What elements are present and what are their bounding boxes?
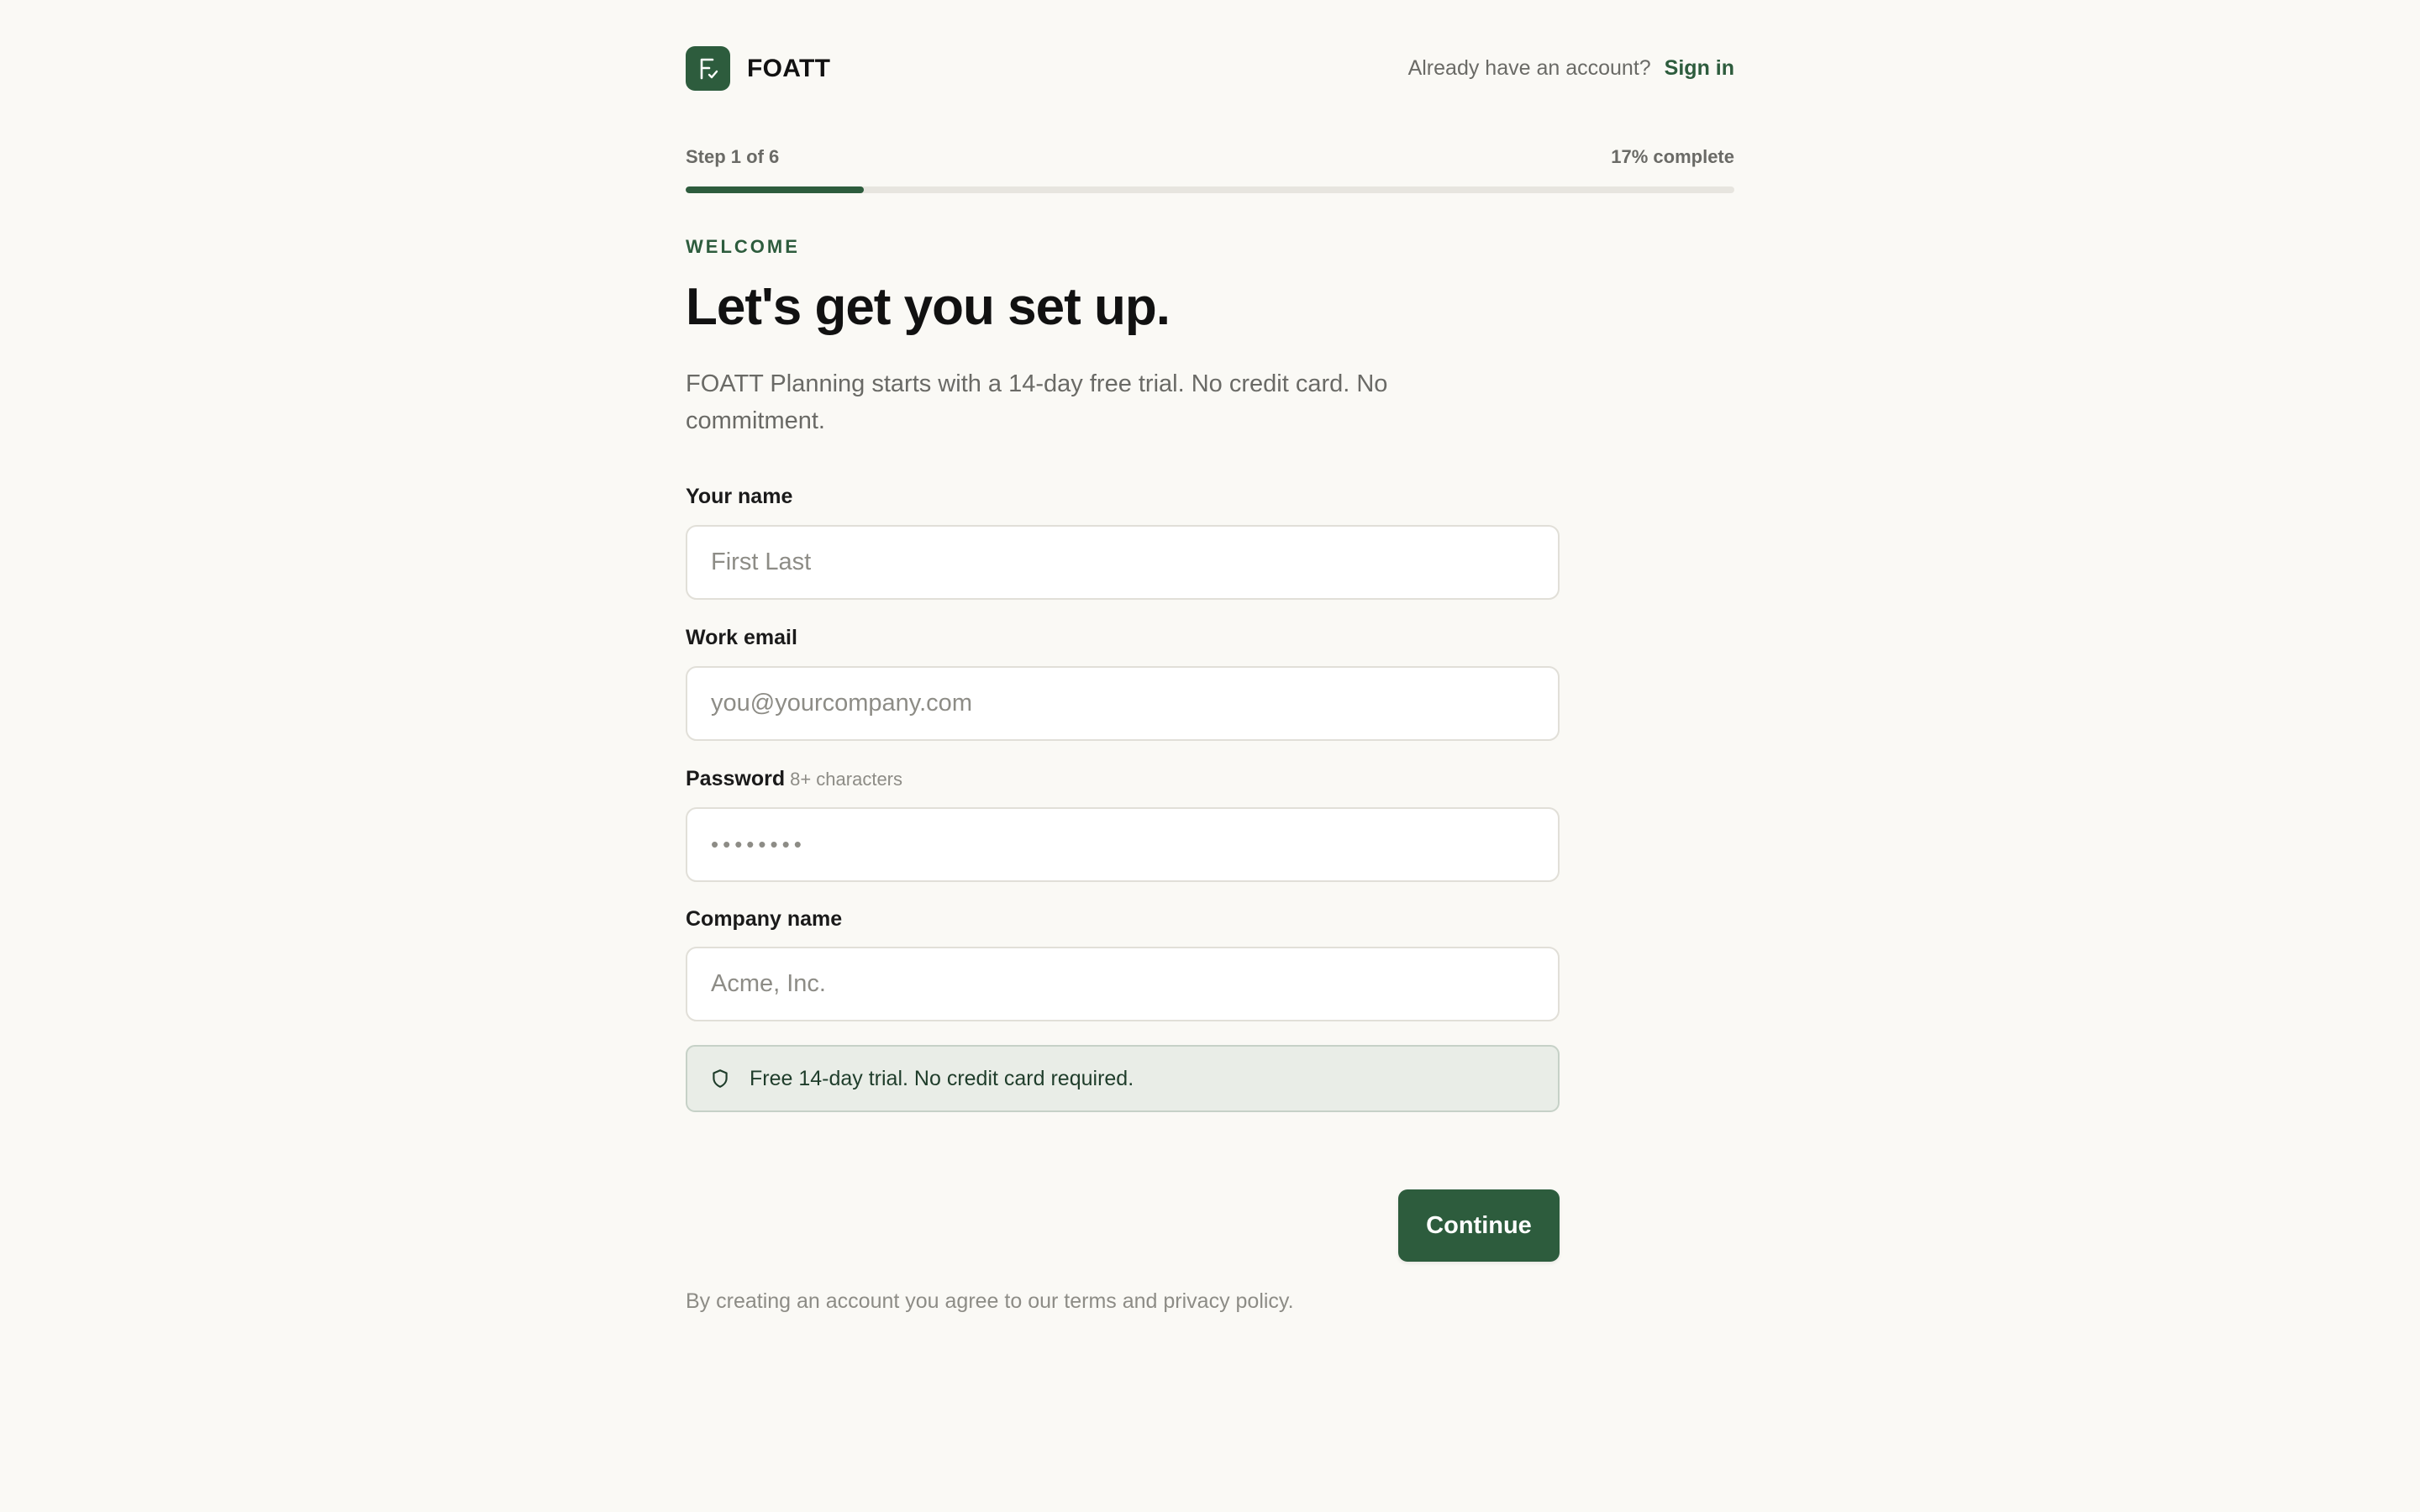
percent-complete-label: 17% complete <box>1611 146 1734 167</box>
password-input[interactable] <box>686 807 1560 882</box>
continue-button[interactable]: Continue <box>1398 1189 1560 1262</box>
password-label: Password <box>686 767 786 790</box>
company-label: Company name <box>686 907 843 931</box>
progress-labels: Step 1 of 6 17% complete <box>686 146 1734 168</box>
legal-footer: By creating an account you agree to our … <box>686 1289 1294 1313</box>
progress-bar <box>686 186 1734 193</box>
email-label: Work email <box>686 626 797 649</box>
signin-area: Already have an account? Sign in <box>1408 56 1734 81</box>
page-title: Let's get you set up. <box>686 278 1171 336</box>
password-label-row: Password 8+ characters <box>686 767 902 791</box>
email-input[interactable] <box>686 666 1560 741</box>
signin-link[interactable]: Sign in <box>1665 56 1734 81</box>
page-subtitle: FOATT Planning starts with a 14-day free… <box>686 370 1388 434</box>
eyebrow-label: WELCOME <box>686 236 800 257</box>
trial-notice: Free 14-day trial. No credit card requir… <box>686 1045 1560 1112</box>
name-label: Your name <box>686 485 793 508</box>
step-label: Step 1 of 6 <box>686 146 780 167</box>
signin-prompt: Already have an account? <box>1407 56 1651 80</box>
brand-name: FOATT <box>747 54 831 82</box>
signup-page: FOATT Already have an account? Sign in S… <box>0 0 2420 1512</box>
company-input[interactable] <box>686 947 1560 1021</box>
trial-notice-text: Free 14-day trial. No credit card requir… <box>750 1066 1134 1090</box>
progress-bar-fill <box>686 186 865 193</box>
header: FOATT Already have an account? Sign in <box>686 46 1734 91</box>
shield-icon <box>713 1069 728 1088</box>
name-input[interactable] <box>686 525 1560 600</box>
foatt-logo-icon <box>686 46 730 91</box>
password-hint: 8+ characters <box>790 769 903 790</box>
brand: FOATT <box>686 46 830 91</box>
